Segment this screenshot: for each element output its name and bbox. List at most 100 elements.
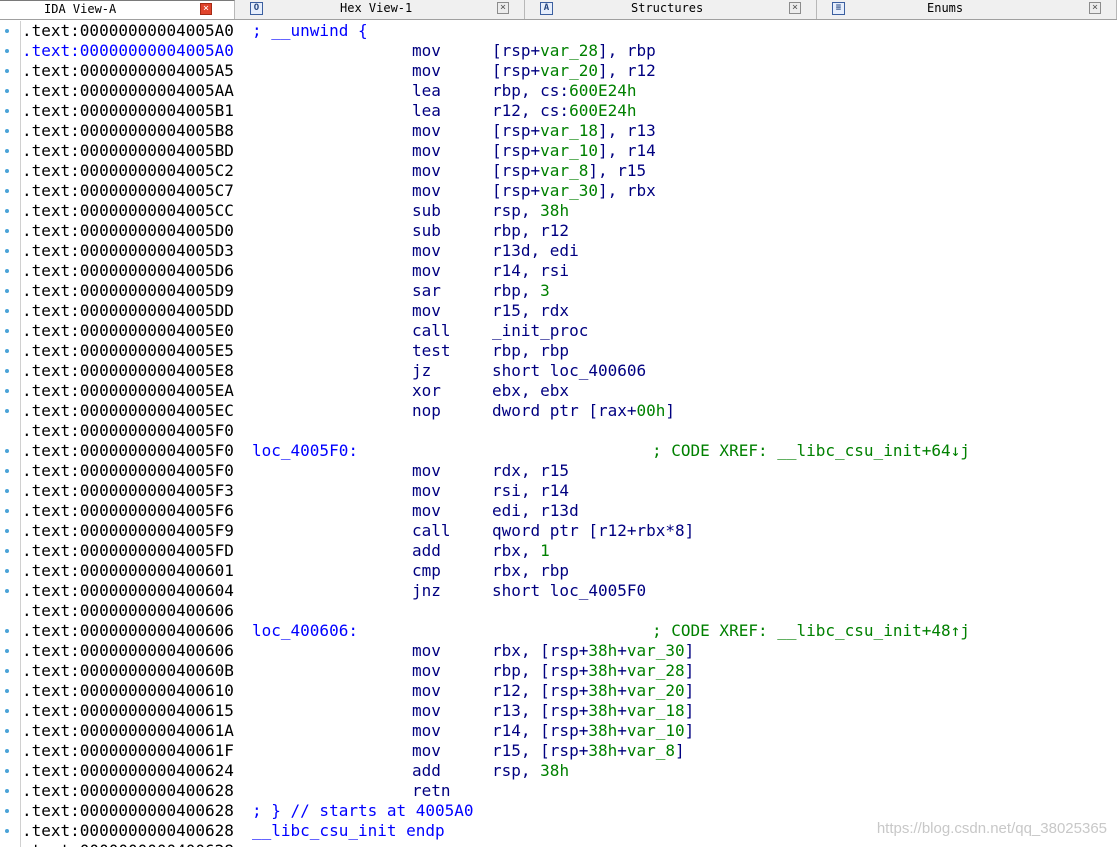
instruction-mnemonic[interactable]: mov — [412, 701, 441, 721]
line-address[interactable]: .text:000000000040061A — [22, 721, 234, 741]
breakpoint-dot-icon[interactable] — [5, 349, 9, 353]
instruction-mnemonic[interactable]: cmp — [412, 561, 441, 581]
instruction-mnemonic[interactable]: sub — [412, 221, 441, 241]
line-address[interactable]: .text:00000000004005F0 — [22, 421, 234, 441]
instruction-operands[interactable]: short loc_400606 — [492, 361, 646, 381]
line-address[interactable]: .text:0000000000400628 — [22, 821, 234, 841]
line-address[interactable]: .text:0000000000400606 — [22, 621, 234, 641]
line-address[interactable]: .text:00000000004005AA — [22, 81, 234, 101]
instruction-mnemonic[interactable]: mov — [412, 301, 441, 321]
graph-gutter[interactable] — [0, 21, 21, 847]
breakpoint-dot-icon[interactable] — [5, 129, 9, 133]
breakpoint-dot-icon[interactable] — [5, 169, 9, 173]
instruction-operands[interactable]: rbx, [rsp+38h+var_30] — [492, 641, 694, 661]
instruction-mnemonic[interactable]: mov — [412, 61, 441, 81]
breakpoint-dot-icon[interactable] — [5, 229, 9, 233]
instruction-mnemonic[interactable]: test — [412, 341, 451, 361]
breakpoint-dot-icon[interactable] — [5, 689, 9, 693]
breakpoint-dot-icon[interactable] — [5, 409, 9, 413]
breakpoint-dot-icon[interactable] — [5, 389, 9, 393]
line-address[interactable]: .text:00000000004005DD — [22, 301, 234, 321]
breakpoint-dot-icon[interactable] — [5, 589, 9, 593]
instruction-operands[interactable]: rbp, [rsp+38h+var_28] — [492, 661, 694, 681]
code-label[interactable]: ; __unwind { — [252, 21, 368, 41]
line-address[interactable]: .text:0000000000400606 — [22, 641, 234, 661]
breakpoint-dot-icon[interactable] — [5, 529, 9, 533]
instruction-operands[interactable]: r14, rsi — [492, 261, 569, 281]
instruction-operands[interactable]: [rsp+var_30], rbx — [492, 181, 656, 201]
breakpoint-dot-icon[interactable] — [5, 369, 9, 373]
line-address[interactable]: .text:0000000000400604 — [22, 581, 234, 601]
instruction-mnemonic[interactable]: mov — [412, 261, 441, 281]
instruction-mnemonic[interactable]: add — [412, 541, 441, 561]
instruction-mnemonic[interactable]: jz — [412, 361, 431, 381]
line-address[interactable]: .text:0000000000400628 — [22, 801, 234, 821]
instruction-mnemonic[interactable]: xor — [412, 381, 441, 401]
instruction-mnemonic[interactable]: lea — [412, 101, 441, 121]
line-address[interactable]: .text:00000000004005C7 — [22, 181, 234, 201]
instruction-operands[interactable]: qword ptr [r12+rbx*8] — [492, 521, 694, 541]
line-address[interactable]: .text:00000000004005F9 — [22, 521, 234, 541]
instruction-operands[interactable]: _init_proc — [492, 321, 588, 341]
instruction-operands[interactable]: edi, r13d — [492, 501, 579, 521]
breakpoint-dot-icon[interactable] — [5, 329, 9, 333]
instruction-mnemonic[interactable]: mov — [412, 181, 441, 201]
line-address[interactable]: .text:0000000000400615 — [22, 701, 234, 721]
instruction-operands[interactable]: rbp, rbp — [492, 341, 569, 361]
instruction-mnemonic[interactable]: sub — [412, 201, 441, 221]
breakpoint-dot-icon[interactable] — [5, 649, 9, 653]
instruction-operands[interactable]: ebx, ebx — [492, 381, 569, 401]
breakpoint-dot-icon[interactable] — [5, 829, 9, 833]
tab-ida-view-a[interactable]: IDA View-A × — [0, 0, 235, 19]
breakpoint-dot-icon[interactable] — [5, 509, 9, 513]
breakpoint-dot-icon[interactable] — [5, 469, 9, 473]
breakpoint-dot-icon[interactable] — [5, 449, 9, 453]
line-address[interactable]: .text:000000000040060B — [22, 661, 234, 681]
line-address[interactable]: .text:00000000004005E5 — [22, 341, 234, 361]
instruction-operands[interactable]: r12, cs:600E24h — [492, 101, 637, 121]
instruction-mnemonic[interactable]: retn — [412, 781, 451, 801]
instruction-operands[interactable]: dword ptr [rax+00h] — [492, 401, 675, 421]
instruction-operands[interactable]: r15, [rsp+38h+var_8] — [492, 741, 685, 761]
instruction-operands[interactable]: r13d, edi — [492, 241, 579, 261]
line-address[interactable]: .text:00000000004005A5 — [22, 61, 234, 81]
instruction-mnemonic[interactable]: mov — [412, 481, 441, 501]
instruction-mnemonic[interactable]: add — [412, 761, 441, 781]
line-address[interactable]: .text:0000000000400624 — [22, 761, 234, 781]
code-label[interactable]: __libc_csu_init endp — [252, 821, 445, 841]
instruction-mnemonic[interactable]: call — [412, 321, 451, 341]
close-tab-icon[interactable]: × — [1089, 2, 1101, 14]
line-address[interactable]: .text:00000000004005F0 — [22, 461, 234, 481]
line-address[interactable]: .text:00000000004005F3 — [22, 481, 234, 501]
close-tab-icon[interactable]: × — [200, 3, 212, 15]
instruction-operands[interactable]: r14, [rsp+38h+var_10] — [492, 721, 694, 741]
instruction-operands[interactable]: rbx, rbp — [492, 561, 569, 581]
instruction-mnemonic[interactable]: mov — [412, 141, 441, 161]
breakpoint-dot-icon[interactable] — [5, 569, 9, 573]
instruction-operands[interactable]: r13, [rsp+38h+var_18] — [492, 701, 694, 721]
breakpoint-dot-icon[interactable] — [5, 289, 9, 293]
breakpoint-dot-icon[interactable] — [5, 309, 9, 313]
tab-hex-view-1[interactable]: O Hex View-1 × — [235, 0, 525, 19]
close-tab-icon[interactable]: × — [497, 2, 509, 14]
breakpoint-dot-icon[interactable] — [5, 489, 9, 493]
breakpoint-dot-icon[interactable] — [5, 789, 9, 793]
close-tab-icon[interactable]: × — [789, 2, 801, 14]
line-address[interactable]: .text:00000000004005EC — [22, 401, 234, 421]
breakpoint-dot-icon[interactable] — [5, 249, 9, 253]
disassembly-listing[interactable]: .text:00000000004005A0 ; __unwind {.text:… — [22, 21, 1117, 847]
breakpoint-dot-icon[interactable] — [5, 89, 9, 93]
instruction-operands[interactable]: rdx, r15 — [492, 461, 569, 481]
instruction-mnemonic[interactable]: nop — [412, 401, 441, 421]
line-address[interactable]: .text:0000000000400628 — [22, 781, 234, 801]
breakpoint-dot-icon[interactable] — [5, 149, 9, 153]
instruction-operands[interactable]: rbp, r12 — [492, 221, 569, 241]
instruction-operands[interactable]: rbp, cs:600E24h — [492, 81, 637, 101]
instruction-operands[interactable]: [rsp+var_8], r15 — [492, 161, 646, 181]
tab-structures[interactable]: A Structures × — [525, 0, 817, 19]
line-address[interactable]: .text:00000000004005E0 — [22, 321, 234, 341]
instruction-mnemonic[interactable]: mov — [412, 41, 441, 61]
instruction-mnemonic[interactable]: call — [412, 521, 451, 541]
breakpoint-dot-icon[interactable] — [5, 749, 9, 753]
instruction-operands[interactable]: [rsp+var_20], r12 — [492, 61, 656, 81]
